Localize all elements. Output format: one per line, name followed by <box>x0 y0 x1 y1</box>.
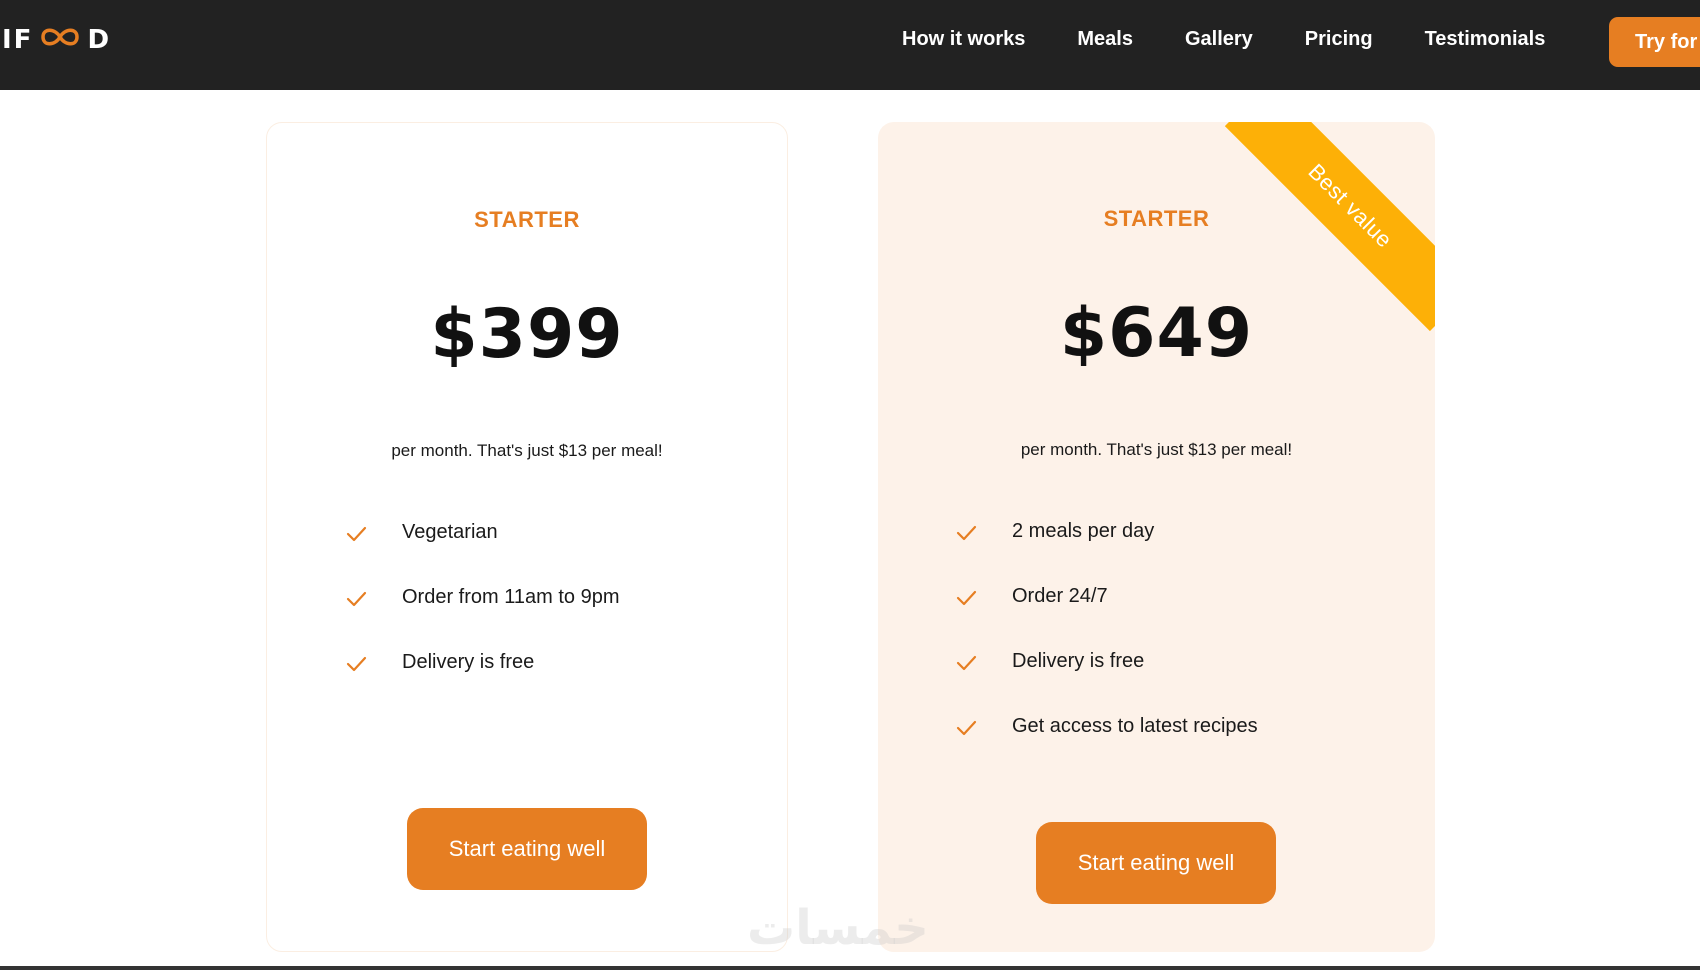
feature-text: Get access to latest recipes <box>1012 715 1258 737</box>
feature-item: 2 meals per day <box>955 520 1258 585</box>
logo-prefix: IF <box>2 25 34 55</box>
plan-name: STARTER <box>474 207 580 232</box>
nav-link-testimonials[interactable]: Testimonials <box>1425 28 1546 51</box>
feature-text: Vegetarian <box>402 521 498 543</box>
check-icon <box>955 522 977 544</box>
start-eating-well-button[interactable]: Start eating well <box>1036 822 1276 904</box>
nav-link-gallery[interactable]: Gallery <box>1185 28 1253 51</box>
check-icon <box>955 587 977 609</box>
feature-item: Get access to latest recipes <box>955 715 1258 780</box>
nav-link-how-it-works[interactable]: How it works <box>902 28 1025 51</box>
pricing-card-best-value: Best value STARTER $649 per month. That'… <box>878 122 1435 952</box>
plan-description: per month. That's just $13 per meal! <box>391 441 663 460</box>
logo-suffix: D <box>87 25 112 55</box>
feature-item: Vegetarian <box>345 521 619 586</box>
plan-price: $649 <box>1059 294 1254 373</box>
feature-list: 2 meals per day Order 24/7 Delivery is f… <box>955 520 1258 780</box>
feature-item: Delivery is free <box>345 651 619 716</box>
nav-link-pricing[interactable]: Pricing <box>1305 28 1373 51</box>
plan-price: $399 <box>430 295 624 374</box>
main-nav: How it works Meals Gallery Pricing Testi… <box>902 28 1597 51</box>
feature-item: Delivery is free <box>955 650 1258 715</box>
check-icon <box>955 717 977 739</box>
feature-text: 2 meals per day <box>1012 520 1155 542</box>
feature-text: Order from 11am to 9pm <box>402 586 620 608</box>
check-icon <box>345 588 367 610</box>
pricing-card-starter: STARTER $399 per month. That's just $13 … <box>266 122 788 952</box>
watermark: خمسات <box>747 900 929 956</box>
feature-list: Vegetarian Order from 11am to 9pm Delive… <box>345 521 619 716</box>
nav-link-meals[interactable]: Meals <box>1077 28 1133 51</box>
try-for-free-button[interactable]: Try for <box>1609 17 1700 67</box>
site-header: IF D How it works Meals Gallery Pricing … <box>0 0 1700 90</box>
check-icon <box>345 653 367 675</box>
check-icon <box>955 652 977 674</box>
start-eating-well-button[interactable]: Start eating well <box>407 808 647 890</box>
logo[interactable]: IF D <box>2 22 111 58</box>
feature-item: Order 24/7 <box>955 585 1258 650</box>
feature-item: Order from 11am to 9pm <box>345 586 619 651</box>
plan-name: STARTER <box>1103 206 1210 231</box>
check-icon <box>345 523 367 545</box>
infinity-icon <box>35 24 85 57</box>
feature-text: Delivery is free <box>402 651 535 673</box>
plan-description: per month. That's just $13 per meal! <box>1020 440 1293 459</box>
feature-text: Order 24/7 <box>1012 585 1108 607</box>
feature-text: Delivery is free <box>1012 650 1145 672</box>
bottom-divider <box>0 966 1700 970</box>
